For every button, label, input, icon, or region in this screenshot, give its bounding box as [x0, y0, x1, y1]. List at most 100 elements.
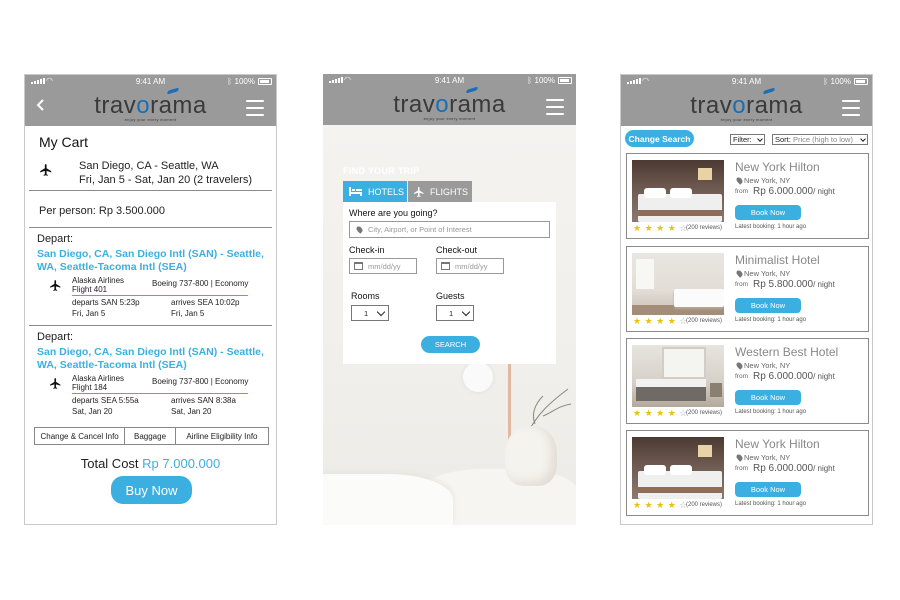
checkout-date-input[interactable]: mm/dd/yy	[436, 258, 504, 274]
price-amount: Rp 6.000.000	[753, 371, 814, 382]
calendar-icon	[354, 262, 363, 270]
chevron-down-icon	[461, 307, 471, 317]
pin-icon	[735, 269, 744, 278]
menu-icon[interactable]	[842, 100, 860, 116]
search-form: Where are you going? City, Airport, or P…	[343, 202, 556, 364]
menu-icon[interactable]	[246, 100, 264, 116]
sort-select[interactable]: Sort: Price (high to low)	[772, 134, 868, 145]
battery-icon	[558, 77, 572, 84]
hotel-card[interactable]: ★ ★ ★ ★ ☆ (200 reviews) Western Best Hot…	[626, 338, 869, 424]
buy-now-button[interactable]: Buy Now	[111, 476, 192, 504]
app-bar: travorama enjoy your every moment	[25, 87, 276, 126]
hotel-location-text: New York, NY	[744, 361, 791, 370]
aircraft-class: Boeing 737-800 | Economy	[152, 279, 249, 288]
page-title: My Cart	[39, 134, 88, 150]
divider	[29, 190, 272, 191]
logo-text-pre: trav	[393, 91, 436, 118]
arrives-text: arrives SEA 10:02p	[171, 298, 240, 307]
logo-text-post: rama	[449, 91, 506, 118]
price-from-label: from	[735, 373, 748, 380]
flight-route[interactable]: San Diego, CA, San Diego Intl (SAN) - Se…	[37, 248, 269, 274]
bluetooth-icon: ᛒ	[823, 77, 828, 86]
flight-number: Flight 401	[72, 285, 108, 294]
star-icon: ★ ★ ★ ★	[633, 316, 677, 326]
change-search-button[interactable]: Change Search	[625, 130, 694, 147]
hotel-card[interactable]: ★ ★ ★ ★ ☆ (200 reviews) Minimalist Hotel…	[626, 246, 869, 332]
per-night-label: / night	[813, 187, 835, 196]
checkout-label: Check-out	[436, 245, 478, 255]
divider	[29, 325, 272, 326]
logo-text-post: rama	[746, 92, 803, 119]
per-night-label: / night	[813, 280, 835, 289]
per-person-price: Per person: Rp 3.500.000	[39, 205, 165, 217]
hotel-location: New York, NY	[735, 269, 790, 278]
checkin-date-input[interactable]: mm/dd/yy	[349, 258, 417, 274]
tab-change-cancel-info[interactable]: Change & Cancel Info	[35, 428, 126, 444]
where-label: Where are you going?	[349, 208, 438, 218]
hotel-card[interactable]: ★ ★ ★ ★ ☆ (200 reviews) New York Hilton …	[626, 153, 869, 239]
route-line	[72, 295, 248, 296]
tab-airline-eligibility-info[interactable]: Airline Eligibility Info	[176, 428, 268, 444]
departs-date: Fri, Jan 5	[72, 309, 106, 318]
filter-select[interactable]: Filter:	[730, 134, 765, 145]
find-your-trip-label: FIND YOUR TRIP	[343, 166, 420, 176]
plane-icon	[50, 378, 61, 389]
book-now-button[interactable]: Book Now	[735, 390, 801, 405]
trip-route: San Diego, CA - Seattle, WA	[79, 160, 219, 172]
star-icon: ★ ★ ★ ★	[633, 223, 677, 233]
flight-depart-label: Depart:	[37, 331, 74, 343]
hotel-photo	[632, 437, 724, 499]
menu-icon[interactable]	[546, 99, 564, 115]
aircraft-class: Boeing 737-800 | Economy	[152, 377, 249, 386]
pin-icon	[735, 453, 744, 462]
bluetooth-icon: ᛒ	[227, 77, 232, 86]
travorama-logo: travorama enjoy your every moment	[25, 87, 276, 122]
star-icon: ★ ★ ★ ★	[633, 408, 677, 418]
hotel-photo	[632, 345, 724, 407]
book-now-button[interactable]: Book Now	[735, 205, 801, 220]
departs-text: departs SEA 5:55a	[72, 396, 139, 405]
hotel-name[interactable]: Minimalist Hotel	[735, 253, 820, 267]
hotel-photo	[632, 253, 724, 315]
hotel-location-text: New York, NY	[744, 176, 791, 185]
results-screen: ◠ 9:41 AM ᛒ 100% travorama enjoy your ev…	[620, 74, 873, 525]
total-cost: Total Cost Rp 7.000.000	[25, 456, 276, 471]
search-button[interactable]: SEARCH	[421, 336, 480, 353]
review-count: (200 reviews)	[686, 502, 723, 508]
guests-select[interactable]: 1	[436, 305, 474, 321]
flight-depart-label: Depart:	[37, 233, 74, 245]
departs-text: departs SAN 5:23p	[72, 298, 140, 307]
hotel-card[interactable]: ★ ★ ★ ★ ☆ (200 reviews) New York Hilton …	[626, 430, 869, 516]
star-rating: ★ ★ ★ ★ ☆	[633, 408, 688, 419]
flight-route[interactable]: San Diego, CA, San Diego Intl (SAN) - Se…	[37, 346, 269, 372]
sort-label: Sort:	[775, 135, 791, 144]
chevron-down-icon	[860, 136, 866, 142]
departure-time: departs SEA 5:55a Sat, Jan 20	[72, 395, 139, 417]
airline-name: Alaska Airlines	[72, 374, 125, 383]
arrival-time: arrives SEA 10:02p Fri, Jan 5	[171, 297, 239, 319]
star-rating: ★ ★ ★ ★ ☆	[633, 500, 688, 511]
latest-booking: Latest booking: 1 hour ago	[735, 409, 807, 415]
hotel-name[interactable]: New York Hilton	[735, 160, 820, 174]
review-count: (200 reviews)	[686, 318, 723, 324]
price-from-label: from	[735, 465, 748, 472]
tab-flights[interactable]: FLIGHTS	[408, 181, 472, 202]
hotel-location: New York, NY	[735, 453, 790, 462]
flight-number: Flight 184	[72, 383, 108, 392]
cart-screen: ◠ 9:41 AM ᛒ 100% travorama enjoy your ev…	[24, 74, 277, 525]
tab-hotels[interactable]: HOTELS	[343, 181, 407, 202]
rooms-value: 1	[364, 308, 369, 318]
destination-input[interactable]: City, Airport, or Point of Interest	[349, 221, 550, 238]
hotel-location: New York, NY	[735, 361, 791, 370]
star-icon: ★ ★ ★ ★	[633, 500, 677, 510]
hotel-name[interactable]: Western Best Hotel	[735, 345, 838, 359]
price-amount: Rp 6.000.000	[753, 463, 814, 474]
tab-baggage[interactable]: Baggage	[125, 428, 176, 444]
hotel-name[interactable]: New York Hilton	[735, 437, 820, 451]
bedding-decor	[323, 474, 453, 525]
logo-text-pre: trav	[94, 92, 137, 119]
logo-text-o: o	[732, 92, 747, 119]
book-now-button[interactable]: Book Now	[735, 482, 801, 497]
rooms-select[interactable]: 1	[351, 305, 389, 321]
book-now-button[interactable]: Book Now	[735, 298, 801, 313]
